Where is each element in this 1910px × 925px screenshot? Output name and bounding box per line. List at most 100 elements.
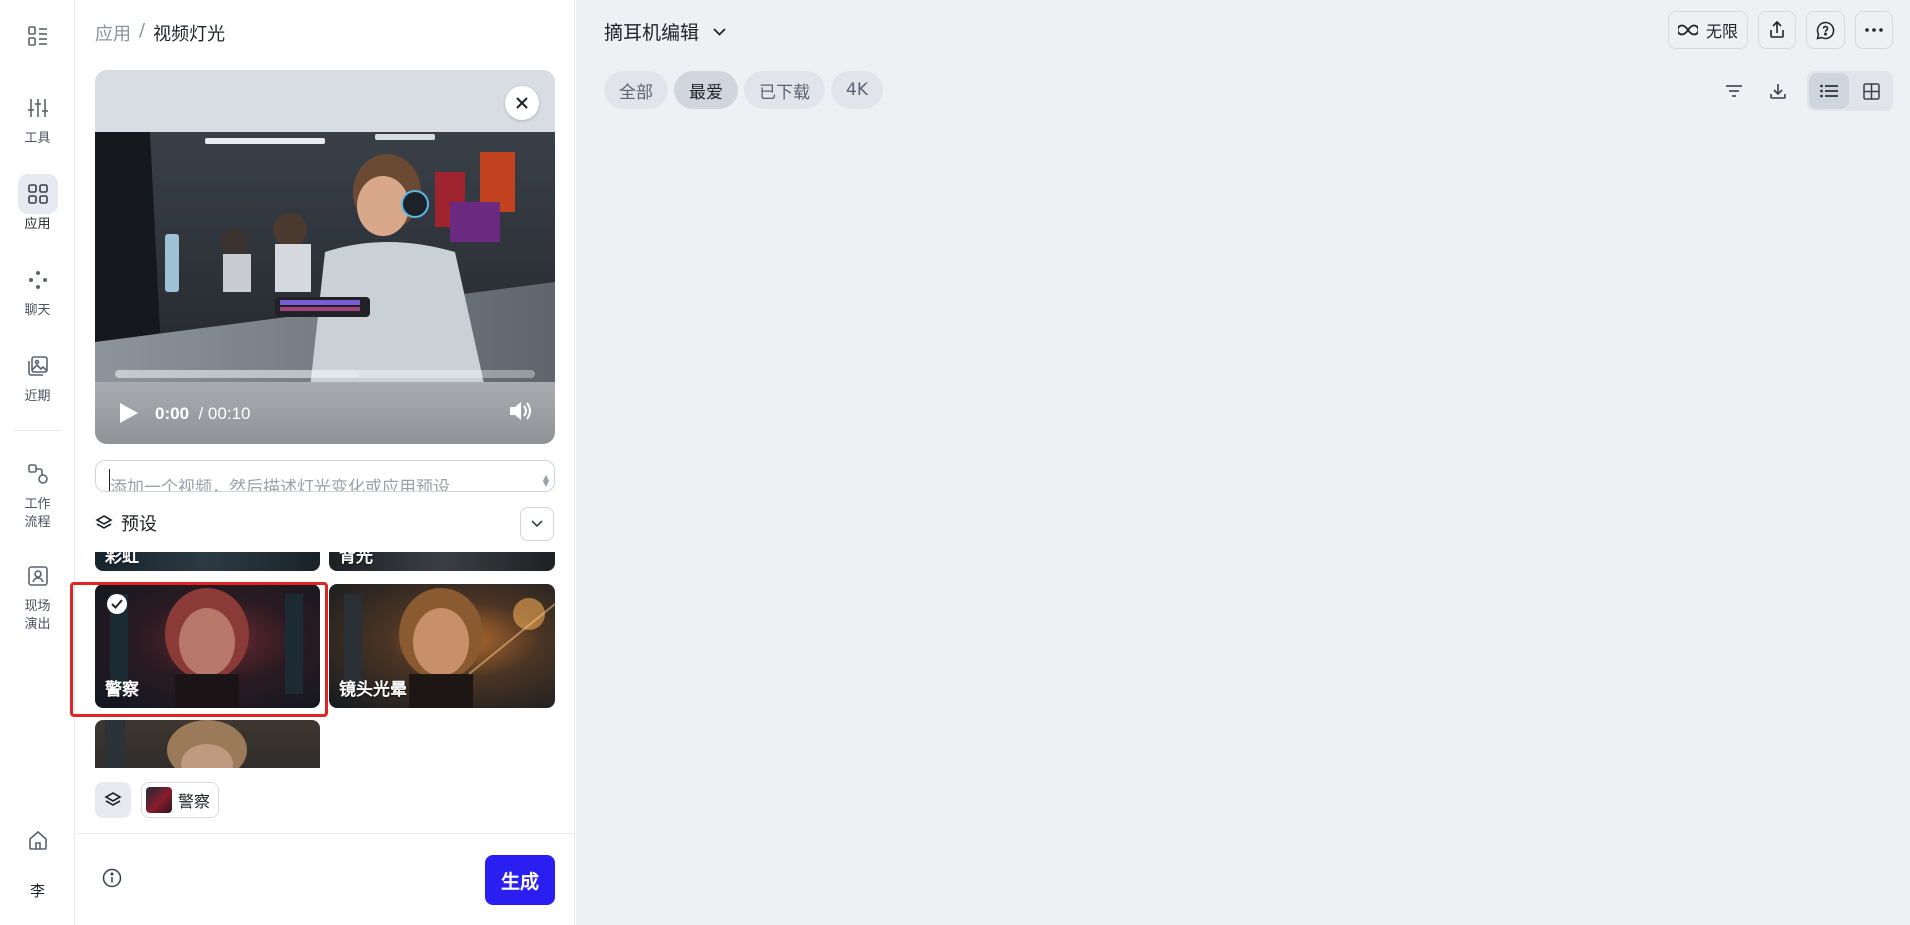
breadcrumb-parent[interactable]: 应用 — [95, 20, 131, 46]
generate-button[interactable]: 生成 — [485, 855, 555, 905]
left-rail: 工具 应用 聊天 近期 工作 流程 现场 演出 李 — [0, 0, 75, 925]
tab-all[interactable]: 全部 — [604, 71, 668, 109]
play-icon — [120, 403, 138, 423]
view-mode-toggle — [1807, 71, 1893, 111]
prompt-placeholder: 添加一个视频，然后描述灯光变化或应用预设 — [110, 478, 450, 492]
breadcrumb-current: 视频灯光 — [153, 24, 226, 45]
list-icon — [1820, 84, 1838, 98]
breadcrumb: 应用 / 视频灯光 — [95, 20, 225, 46]
project-title: 摘耳机编辑 — [604, 22, 700, 44]
user-avatar[interactable]: 李 — [0, 880, 75, 901]
preset-police[interactable]: 警察 — [95, 584, 320, 708]
apps-grid-icon — [17, 174, 58, 214]
chat-dots-icon — [18, 260, 58, 300]
rail-label-recent: 近期 — [24, 389, 51, 404]
filter-tabs: 全部 最爱 已下载 4K — [604, 71, 883, 109]
resize-grip-icon[interactable]: ▲ ▼ — [543, 474, 549, 488]
rail-item-apps[interactable]: 应用 — [0, 174, 75, 234]
top-actions: 无限 — [1667, 11, 1893, 49]
preset-label: 背光 — [339, 552, 373, 567]
image-gallery-icon — [18, 346, 58, 386]
grid-view-button[interactable] — [1851, 73, 1891, 109]
chat-question-icon — [1816, 21, 1835, 40]
video-frame — [95, 132, 555, 388]
duration: / 00:10 — [198, 404, 251, 423]
preset-expand-button[interactable] — [520, 507, 554, 541]
tab-4k[interactable]: 4K — [831, 71, 883, 109]
video-time: 0:00 / 00:10 — [155, 404, 250, 424]
layers-icon — [104, 792, 122, 806]
close-icon — [516, 97, 528, 109]
rail-label-apps: 应用 — [24, 217, 51, 232]
preset-label: 镜头光晕 — [339, 680, 407, 700]
selected-check-icon — [107, 594, 127, 614]
video-progress-bar[interactable] — [115, 370, 535, 378]
prompt-input[interactable]: 添加一个视频，然后描述灯光变化或应用预设 ▲ ▼ — [95, 460, 555, 492]
app-panel: 应用 / 视频灯光 0:00 / 00:10 添加一个视频，然后描述灯光变化或应… — [70, 0, 575, 925]
rail-item-workflow[interactable]: 工作 流程 — [0, 454, 75, 532]
download-icon — [1770, 84, 1786, 99]
results-area: 摘耳机编辑 全部 最爱 已下载 4K 无限 — [576, 0, 1910, 925]
infinity-icon — [1677, 24, 1698, 36]
info-button[interactable] — [102, 868, 122, 892]
home-button[interactable] — [0, 820, 75, 860]
info-icon — [102, 868, 122, 888]
unlimited-button[interactable]: 无限 — [1667, 11, 1748, 49]
applied-presets: 警察 — [95, 782, 220, 818]
selected-preset-label: 警察 — [178, 792, 211, 811]
rail-item-recent[interactable]: 近期 — [0, 346, 75, 406]
more-dots-icon — [1865, 28, 1883, 32]
preset-backlight[interactable]: 背光 — [329, 552, 555, 571]
presets-toggle-button[interactable] — [95, 782, 131, 818]
rail-label-chat: 聊天 — [24, 303, 51, 318]
workflow-icon — [18, 454, 58, 494]
preset-lens-flare[interactable]: 镜头光晕 — [329, 584, 555, 708]
remove-video-button[interactable] — [505, 86, 539, 120]
filter-icon — [1726, 85, 1742, 97]
selected-preset-chip[interactable]: 警察 — [141, 782, 220, 818]
rail-item-live[interactable]: 现场 演出 — [0, 556, 75, 634]
feedback-button[interactable] — [1806, 11, 1845, 49]
project-selector[interactable]: 摘耳机编辑 — [604, 18, 726, 45]
preset-title: 预设 — [121, 514, 157, 535]
tab-downloaded[interactable]: 已下载 — [744, 71, 825, 109]
filter-button[interactable] — [1715, 72, 1753, 110]
play-button[interactable] — [119, 402, 139, 428]
view-tools — [1715, 71, 1893, 111]
rail-divider — [14, 430, 61, 431]
sliders-icon — [18, 88, 58, 128]
preset-rainbow[interactable]: 彩虹 — [95, 552, 320, 571]
video-player[interactable]: 0:00 / 00:10 — [95, 70, 555, 444]
download-button[interactable] — [1759, 72, 1797, 110]
preset-thumbnail — [146, 787, 172, 813]
list-view-button[interactable] — [1809, 73, 1849, 109]
share-button[interactable] — [1758, 11, 1796, 49]
rail-label-workflow: 工作 流程 — [24, 497, 51, 530]
breadcrumb-separator: / — [139, 20, 146, 41]
preset-image — [105, 720, 247, 768]
grid-icon — [1862, 82, 1880, 100]
unlimited-label: 无限 — [1705, 22, 1738, 41]
menu-icon — [18, 16, 58, 56]
rail-item-chat[interactable]: 聊天 — [0, 260, 75, 320]
preset-grid: 彩虹 背光 警察 镜头光晕 — [95, 552, 555, 768]
rail-label-tools: 工具 — [24, 131, 51, 146]
chevron-down-icon — [713, 27, 726, 36]
current-time: 0:00 — [155, 404, 190, 423]
preset-label: 彩虹 — [105, 552, 139, 567]
layers-icon — [95, 515, 113, 529]
home-icon — [18, 820, 58, 860]
rail-item-tools[interactable]: 工具 — [0, 88, 75, 148]
portrait-icon — [18, 556, 58, 596]
tab-favorites[interactable]: 最爱 — [674, 71, 738, 109]
menu-button[interactable] — [0, 16, 75, 56]
volume-button[interactable] — [509, 400, 533, 426]
panel-footer-divider — [76, 833, 575, 834]
preset-header: 预设 — [95, 510, 157, 536]
chevron-down-icon — [531, 520, 543, 528]
preset-item[interactable] — [95, 720, 320, 768]
preset-label: 警察 — [105, 680, 139, 700]
volume-icon — [510, 402, 531, 420]
more-button[interactable] — [1855, 11, 1893, 49]
rail-label-live: 现场 演出 — [24, 599, 51, 632]
